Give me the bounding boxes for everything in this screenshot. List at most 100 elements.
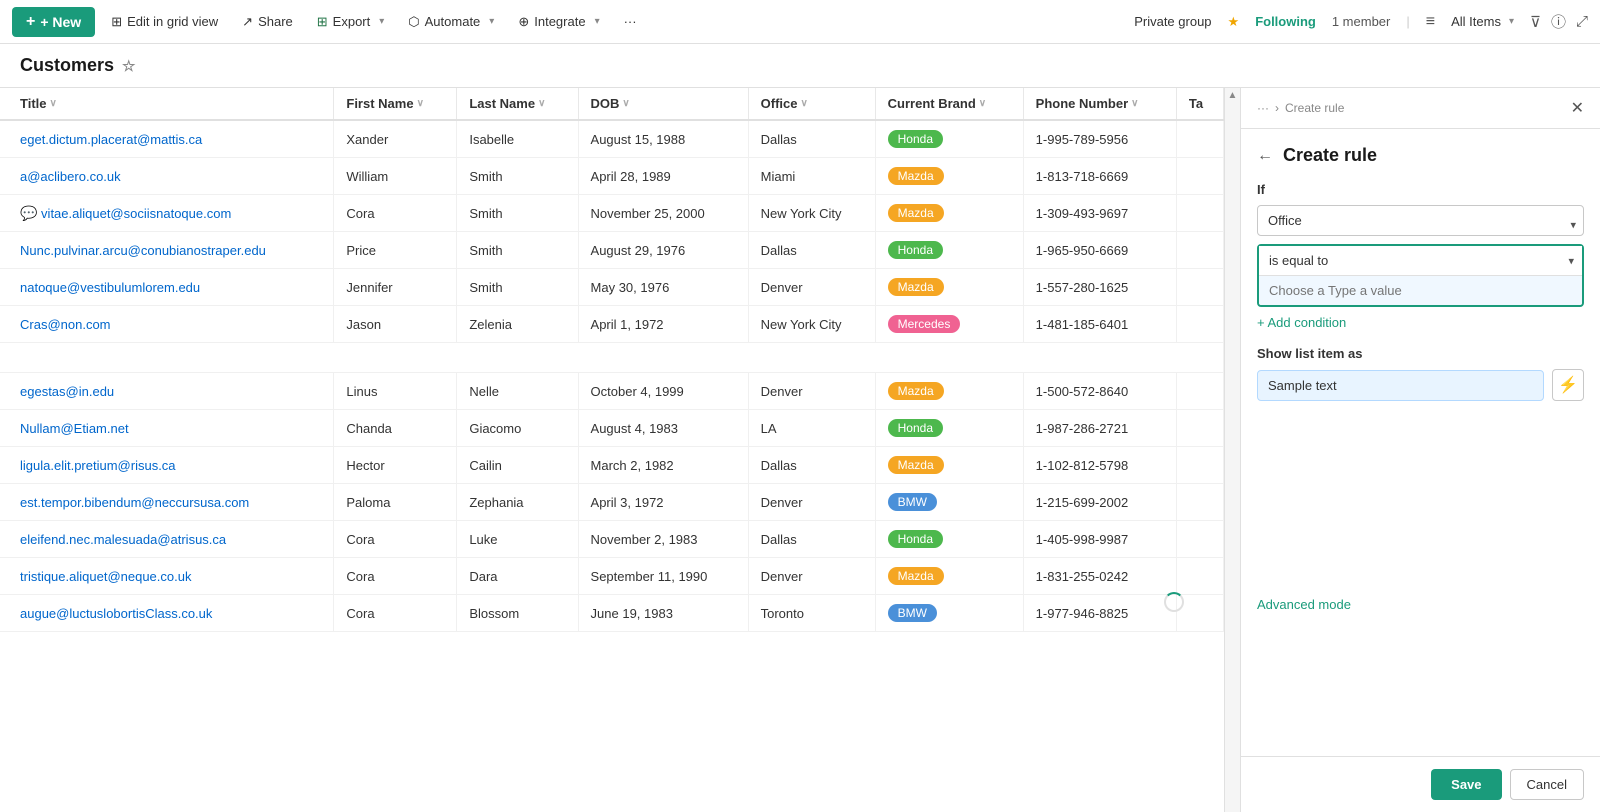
share-button[interactable]: ↗ Share	[234, 10, 301, 34]
export-button[interactable]: ⊞ Export ▾	[309, 10, 393, 34]
cell-office: New York City	[748, 195, 875, 232]
cell-title[interactable]: 💬 vitae.aliquet@sociisnatoque.com	[0, 195, 334, 232]
integrate-button[interactable]: ⊕ Integrate ▾	[510, 10, 607, 34]
brand-badge: Mazda	[888, 278, 944, 296]
cell-office: Denver	[748, 484, 875, 521]
table-row: natoque@vestibulumlorem.edu Jennifer Smi…	[0, 269, 1224, 306]
cell-first: Cora	[334, 595, 457, 632]
edit-grid-button[interactable]: ⊞ Edit in grid view	[103, 10, 226, 34]
customers-table: Title ∨ First Name ∨ Last Name ∨ DOB ∨ O…	[0, 88, 1224, 632]
table-area: Title ∨ First Name ∨ Last Name ∨ DOB ∨ O…	[0, 88, 1224, 812]
col-ta[interactable]: Ta	[1176, 88, 1223, 120]
panel-title-text: Create rule	[1283, 145, 1377, 166]
col-phone[interactable]: Phone Number ∨	[1023, 88, 1176, 120]
col-dob[interactable]: DOB ∨	[578, 88, 748, 120]
cell-first: Jason	[334, 306, 457, 343]
advanced-mode-link[interactable]: Advanced mode	[1257, 581, 1584, 620]
lightning-button[interactable]: ⚡	[1552, 369, 1584, 401]
cell-office: Dallas	[748, 120, 875, 158]
cell-phone: 1-995-789-5956	[1023, 120, 1176, 158]
cell-title[interactable]: Cras@non.com	[0, 306, 334, 343]
cell-title[interactable]: Nullam@Etiam.net	[0, 410, 334, 447]
create-rule-panel: ··· › Create rule ✕ ← Create rule If Off…	[1240, 88, 1600, 812]
table-row: Nunc.pulvinar.arcu@conubianostraper.edu …	[0, 232, 1224, 269]
cell-last: Giacomo	[457, 410, 578, 447]
cell-last: Smith	[457, 195, 578, 232]
cell-last: Dara	[457, 558, 578, 595]
cell-phone: 1-987-286-2721	[1023, 410, 1176, 447]
save-button[interactable]: Save	[1431, 769, 1501, 800]
cell-last: Smith	[457, 158, 578, 195]
cell-first: Price	[334, 232, 457, 269]
automate-chevron: ▾	[489, 16, 494, 27]
cell-first: Xander	[334, 120, 457, 158]
cell-title[interactable]: tristique.aliquet@neque.co.uk	[0, 558, 334, 595]
automate-button[interactable]: ⬡ Automate ▾	[400, 10, 502, 34]
panel-header: ··· › Create rule ✕	[1241, 88, 1600, 129]
cell-brand: Mazda	[875, 373, 1023, 410]
filter-icon[interactable]: ⊽	[1530, 13, 1541, 31]
info-icon[interactable]: ⓘ	[1551, 11, 1566, 32]
cell-title[interactable]: eleifend.nec.malesuada@atrisus.ca	[0, 521, 334, 558]
col-office[interactable]: Office ∨	[748, 88, 875, 120]
breadcrumb-dots: ···	[1257, 101, 1269, 115]
cell-title[interactable]: ligula.elit.pretium@risus.ca	[0, 447, 334, 484]
cell-first: Linus	[334, 373, 457, 410]
page-title: Customers ☆	[12, 55, 143, 76]
breadcrumb-arrow: ›	[1275, 101, 1279, 115]
lines-icon[interactable]: ≡	[1426, 13, 1435, 31]
cell-office: Dallas	[748, 447, 875, 484]
following-button[interactable]: Following	[1255, 14, 1316, 29]
cell-ta	[1176, 269, 1223, 306]
share-label: Share	[258, 14, 293, 29]
more-button[interactable]: ···	[616, 10, 645, 33]
cell-title[interactable]: augue@luctuslobortisClass.co.uk	[0, 595, 334, 632]
scroll-up[interactable]: ▲	[1228, 90, 1238, 101]
cell-title[interactable]: a@aclibero.co.uk	[0, 158, 334, 195]
expand-icon[interactable]: ⤢	[1576, 13, 1588, 30]
cell-ta	[1176, 410, 1223, 447]
integrate-icon: ⊕	[518, 14, 529, 30]
cell-phone: 1-309-493-9697	[1023, 195, 1176, 232]
cell-phone: 1-102-812-5798	[1023, 447, 1176, 484]
cell-dob: November 2, 1983	[578, 521, 748, 558]
cell-title[interactable]: Nunc.pulvinar.arcu@conubianostraper.edu	[0, 232, 334, 269]
cell-office: Dallas	[748, 232, 875, 269]
filter-icons: ⊽ ⓘ ⤢	[1530, 11, 1588, 32]
condition-select[interactable]: is equal to is not equal to contains doe…	[1259, 246, 1582, 276]
all-items-button[interactable]: All Items ▾	[1451, 14, 1514, 29]
add-condition-button[interactable]: + Add condition	[1257, 315, 1584, 330]
table-row: ligula.elit.pretium@risus.ca Hector Cail…	[0, 447, 1224, 484]
condition-select-wrapper: is equal to is not equal to contains doe…	[1259, 246, 1582, 276]
sample-text: Sample text	[1257, 370, 1544, 401]
cell-brand: Honda	[875, 521, 1023, 558]
panel-close-button[interactable]: ✕	[1571, 98, 1584, 118]
col-firstname[interactable]: First Name ∨	[334, 88, 457, 120]
table-body: eget.dictum.placerat@mattis.ca Xander Is…	[0, 120, 1224, 632]
cell-office: Denver	[748, 373, 875, 410]
scroll-strip: ▲	[1224, 88, 1240, 812]
col-lastname[interactable]: Last Name ∨	[457, 88, 578, 120]
brand-badge: Honda	[888, 530, 943, 548]
value-input[interactable]	[1259, 276, 1582, 305]
cell-office: Miami	[748, 158, 875, 195]
breadcrumb-label: Create rule	[1285, 101, 1344, 115]
field-selector[interactable]: Office	[1257, 205, 1584, 236]
cell-title[interactable]: est.tempor.bibendum@neccursusa.com	[0, 484, 334, 521]
cell-title[interactable]: egestas@in.edu	[0, 373, 334, 410]
col-brand[interactable]: Current Brand ∨	[875, 88, 1023, 120]
col-title[interactable]: Title ∨	[0, 88, 334, 120]
cell-dob: March 2, 1982	[578, 447, 748, 484]
toolbar-left: + + New ⊞ Edit in grid view ↗ Share ⊞ Ex…	[12, 7, 645, 37]
chat-icon: 💬	[20, 205, 37, 221]
plus-icon: +	[26, 13, 35, 31]
brand-badge: Mazda	[888, 382, 944, 400]
favorite-icon[interactable]: ☆	[122, 57, 135, 75]
cancel-button[interactable]: Cancel	[1510, 769, 1584, 800]
cell-title[interactable]: eget.dictum.placerat@mattis.ca	[0, 120, 334, 158]
new-button[interactable]: + + New	[12, 7, 95, 37]
cell-title[interactable]: natoque@vestibulumlorem.edu	[0, 269, 334, 306]
cell-last: Zelenia	[457, 306, 578, 343]
panel-back-button[interactable]: ←	[1257, 147, 1273, 165]
cell-brand: Mazda	[875, 158, 1023, 195]
